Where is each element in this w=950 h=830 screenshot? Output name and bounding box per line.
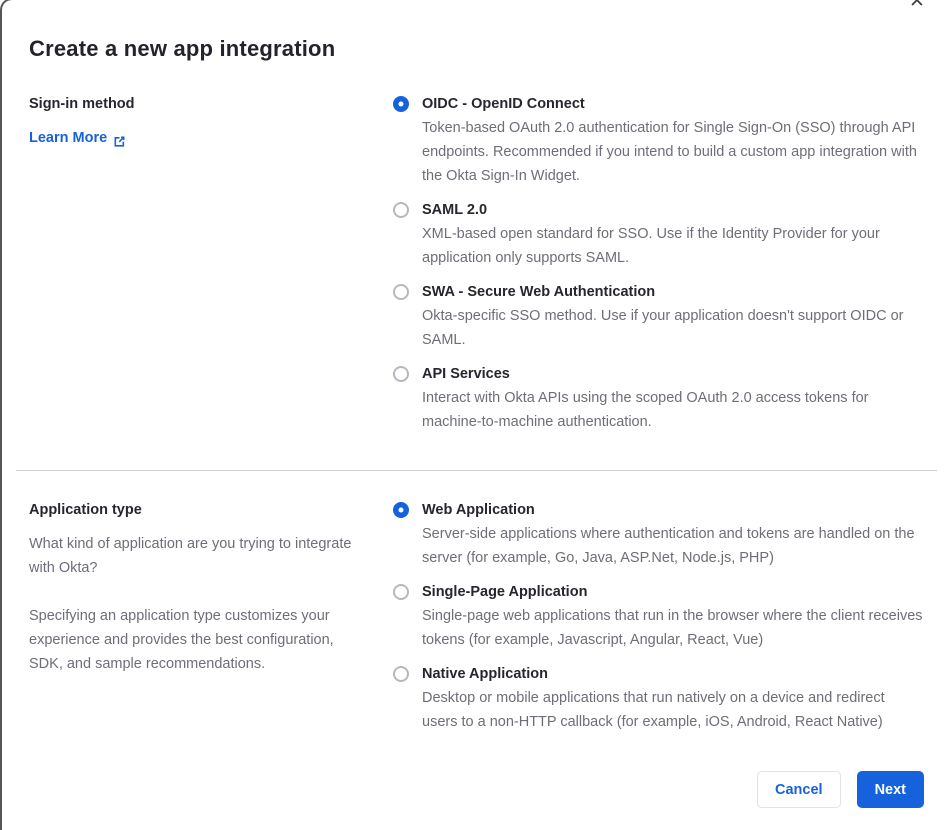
option-label: Native Application [422, 666, 548, 682]
radio-option-oidc[interactable]: OIDC - OpenID Connect Token-based OAuth … [393, 92, 924, 188]
next-button[interactable]: Next [856, 771, 924, 808]
sign-in-method-label: Sign-in method [29, 96, 135, 112]
sign-in-method-options: OIDC - OpenID Connect Token-based OAuth … [393, 92, 924, 434]
radio-option-native-application[interactable]: Native Application Desktop or mobile app… [393, 662, 924, 734]
option-label: OIDC - OpenID Connect [422, 96, 585, 112]
application-type-left-column: Application type What kind of applicatio… [29, 498, 370, 676]
create-app-integration-dialog: Create a new app integration ✕ Sign-in m… [0, 0, 950, 830]
radio-icon[interactable] [393, 584, 409, 600]
application-type-section: Application type What kind of applicatio… [29, 498, 924, 734]
radio-option-single-page-application[interactable]: Single-Page Application Single-page web … [393, 580, 924, 652]
option-description: Interact with Okta APIs using the scoped… [422, 390, 869, 430]
learn-more-link[interactable]: Learn More [29, 126, 126, 150]
dialog-title: Create a new app integration [29, 36, 336, 61]
dialog-footer: Cancel Next [757, 771, 924, 808]
radio-icon[interactable] [393, 202, 409, 218]
option-label: API Services [422, 366, 510, 382]
option-label: SWA - Secure Web Authentication [422, 284, 656, 300]
option-description: Desktop or mobile applications that run … [422, 690, 885, 730]
learn-more-label: Learn More [29, 130, 108, 146]
option-description: Single-page web applications that run in… [422, 608, 923, 648]
radio-option-swa[interactable]: SWA - Secure Web Authentication Okta-spe… [393, 280, 924, 352]
option-description: XML-based open standard for SSO. Use if … [422, 226, 880, 266]
radio-icon[interactable] [393, 502, 409, 518]
application-type-options: Web Application Server-side applications… [393, 498, 924, 734]
cancel-button[interactable]: Cancel [757, 771, 841, 808]
radio-icon[interactable] [393, 96, 409, 112]
application-type-note: Specifying an application type customize… [29, 608, 334, 672]
option-label: Single-Page Application [422, 584, 588, 600]
option-label: SAML 2.0 [422, 202, 488, 218]
application-type-intro: What kind of application are you trying … [29, 536, 352, 576]
option-description: Server-side applications where authentic… [422, 526, 915, 566]
external-link-icon [113, 132, 126, 147]
radio-option-api-services[interactable]: API Services Interact with Okta APIs usi… [393, 362, 924, 434]
close-icon[interactable]: ✕ [902, 0, 932, 16]
sign-in-method-section: Sign-in method Learn More OIDC - OpenID … [29, 92, 924, 434]
sign-in-method-left-column: Sign-in method Learn More [29, 92, 370, 150]
application-type-label: Application type [29, 502, 142, 518]
dialog-header: Create a new app integration ✕ [29, 0, 925, 62]
option-description: Okta-specific SSO method. Use if your ap… [422, 308, 904, 348]
radio-icon[interactable] [393, 666, 409, 682]
radio-option-web-application[interactable]: Web Application Server-side applications… [393, 498, 924, 570]
radio-icon[interactable] [393, 284, 409, 300]
option-description: Token-based OAuth 2.0 authentication for… [422, 120, 917, 184]
radio-icon[interactable] [393, 366, 409, 382]
radio-option-saml[interactable]: SAML 2.0 XML-based open standard for SSO… [393, 198, 924, 270]
section-divider [16, 470, 937, 471]
option-label: Web Application [422, 502, 535, 518]
